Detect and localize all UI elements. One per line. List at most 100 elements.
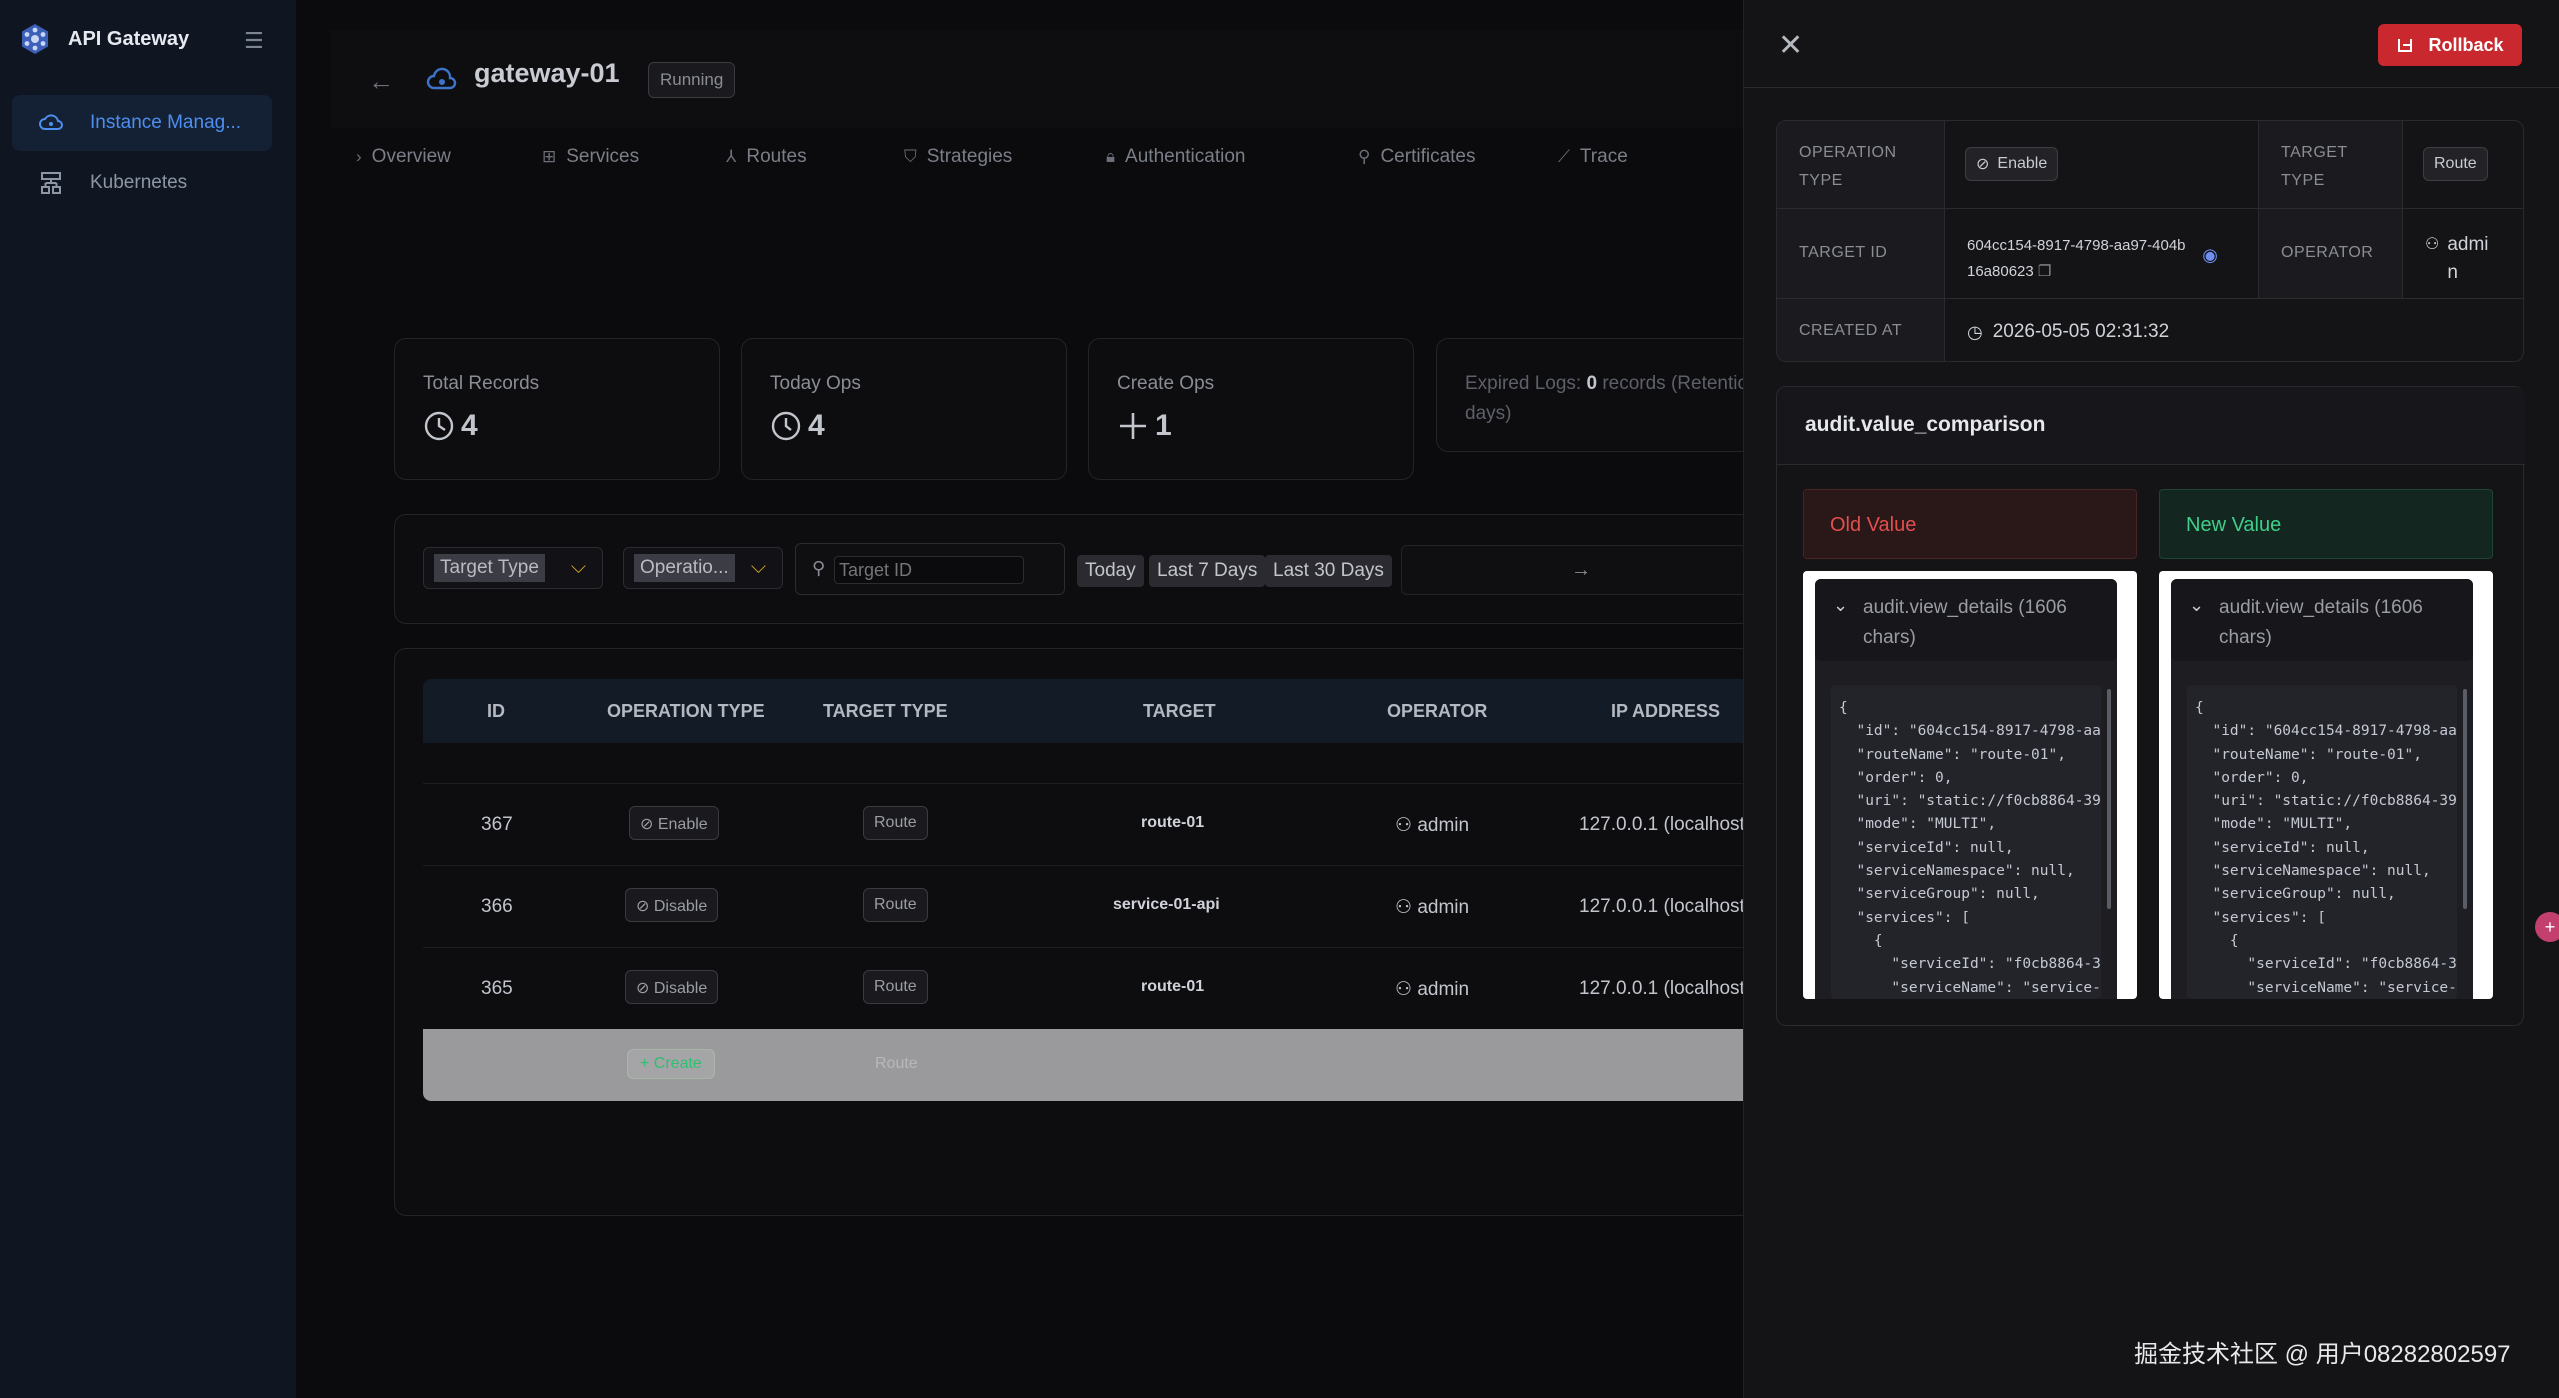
field-value: Route <box>2403 121 2523 209</box>
filter-bar: Target Type ⌵ Operatio... ⌵ ⚲ Today Last… <box>394 514 1761 624</box>
table-row[interactable]: 366 ⊘ Disable Route service-01-api ⚇ adm… <box>423 865 1763 947</box>
comparison-title: audit.value_comparison <box>1777 387 2525 465</box>
chevron-down-icon: ⌄ <box>2189 595 2205 615</box>
details-toggle[interactable]: ⌄ audit.view_details (1606 chars) <box>2171 579 2473 661</box>
undo-icon <box>2398 39 2413 52</box>
plus-icon <box>1120 413 1146 439</box>
table-row[interactable]: 365 ⊘ Disable Route route-01 ⚇ admin 127… <box>423 947 1763 1029</box>
field-label: OPERATION TYPE <box>1777 121 1945 209</box>
created-at-value: ◷ 2026-05-05 02:31:32 <box>1967 321 2169 343</box>
tab-trace[interactable]: ⟋ Trace <box>1558 146 1628 168</box>
tab-label: Overview <box>371 146 451 167</box>
target-id-value: 604cc154-8917-4798-aa97-404b16a80623 ❐ <box>1967 233 2187 285</box>
column-header: ID <box>487 701 505 721</box>
stat-card-total-records: Total Records 4 <box>394 338 720 480</box>
clock-icon: ◷ <box>1967 321 1983 342</box>
table-row[interactable]: 367 ⊘ Enable Route route-01 ⚇ admin 127.… <box>423 783 1763 865</box>
table-header: ID OPERATION TYPE TARGET TYPE TARGET OPE… <box>423 679 1763 743</box>
tab-label: Certificates <box>1380 146 1476 167</box>
field-value: ⊘ Enable <box>1945 121 2259 209</box>
scrollbar[interactable] <box>2107 689 2111 909</box>
badge-label: Enable <box>657 816 708 833</box>
value-comparison-card: audit.value_comparison Old Value New Val… <box>1776 386 2525 1026</box>
today-button[interactable]: Today <box>1077 555 1144 587</box>
drawer-header: ✕ Rollback <box>1744 0 2559 88</box>
tab-certificates[interactable]: ⚲ Certificates <box>1358 146 1475 168</box>
expired-prefix: Expired Logs: <box>1465 373 1582 394</box>
row-id: 366 <box>481 896 513 917</box>
expired-logs-card: Expired Logs: 0 records (Retention days) <box>1436 338 1759 452</box>
date-range-picker[interactable]: → <box>1401 545 1761 595</box>
old-value-panel: ⌄ audit.view_details (1606 chars) { "id"… <box>1803 571 2137 999</box>
scrollbar[interactable] <box>2463 689 2467 909</box>
audit-detail-drawer: ✕ Rollback OPERATION TYPE ⊘ Enable TARGE… <box>1743 0 2559 1398</box>
new-json-code[interactable]: { "id": "604cc154-8917-4798-aa9 "routeNa… <box>2187 685 2457 999</box>
chart-line-icon: ⟋ <box>1558 147 1570 166</box>
sidebar-item-kubernetes[interactable]: Kubernetes <box>12 155 272 211</box>
grid-icon: ⊞ <box>542 147 557 166</box>
back-arrow-icon[interactable]: ← <box>368 66 394 97</box>
tab-label: Strategies <box>926 146 1013 167</box>
stat-card-create-ops: Create Ops 1 <box>1088 338 1414 480</box>
target-type-badge: Route <box>863 970 928 1004</box>
table-row-selected[interactable]: + Create Route <box>423 1029 1763 1101</box>
field-value: ◷ 2026-05-05 02:31:32 <box>1945 299 2523 361</box>
app-name: API Gateway <box>68 27 190 50</box>
stat-value: 1 <box>1117 409 1172 443</box>
target-type-badge: Route <box>2423 147 2488 181</box>
eye-icon[interactable]: ◉ <box>2202 245 2218 266</box>
target-type-badge: Route <box>863 806 928 840</box>
stat-value: 4 <box>770 409 825 443</box>
cluster-icon <box>41 172 61 194</box>
user-icon: ⚇ <box>2425 236 2440 253</box>
field-value: 604cc154-8917-4798-aa97-404b16a80623 ❐ ◉ <box>1945 209 2259 299</box>
field-label: TARGET ID <box>1777 209 1945 299</box>
brand[interactable]: API Gateway <box>18 22 189 56</box>
sidebar-item-instance-management[interactable]: Instance Manag... <box>12 95 272 151</box>
shield-icon: ⛉ <box>904 147 917 166</box>
tab-strategies[interactable]: ⛉ Strategies <box>904 146 1012 168</box>
lock-icon: 🔒︎ <box>1106 147 1116 166</box>
floating-action-icon[interactable]: + <box>2535 912 2559 942</box>
menu-collapse-icon[interactable]: ☰ <box>244 28 270 53</box>
select-value: Operatio... <box>634 554 735 582</box>
tab-services[interactable]: ⊞ Services <box>542 146 639 168</box>
field-value: ⚇ admin <box>2403 209 2523 299</box>
details-toggle[interactable]: ⌄ audit.view_details (1606 chars) <box>1815 579 2117 661</box>
details-label: audit.view_details (1606 chars) <box>1863 597 2067 648</box>
search-icon: ⚲ <box>1358 147 1371 166</box>
tab-authentication[interactable]: 🔒︎ Authentication <box>1106 146 1245 168</box>
row-ip: 127.0.0.1 (localhost) <box>1579 896 1752 917</box>
operation-type-select[interactable]: Operatio... ⌵ <box>623 547 783 589</box>
column-header: TARGET <box>1143 701 1216 721</box>
audit-table: ID OPERATION TYPE TARGET TYPE TARGET OPE… <box>394 648 1763 1216</box>
badge-label: Enable <box>1997 155 2048 172</box>
range-separator: → <box>1571 559 1591 581</box>
new-value-viewer: ⌄ audit.view_details (1606 chars) { "id"… <box>2171 579 2473 999</box>
rollback-label: Rollback <box>2428 34 2504 55</box>
stat-label: Total Records <box>423 373 540 394</box>
search-input[interactable] <box>834 556 1024 584</box>
last-7-days-button[interactable]: Last 7 Days <box>1149 555 1266 587</box>
tab-overview[interactable]: › Overview <box>356 146 451 168</box>
column-header: IP ADDRESS <box>1611 701 1721 721</box>
tab-label: Routes <box>746 146 807 167</box>
stat-number: 4 <box>808 409 825 442</box>
last-30-days-button[interactable]: Last 30 Days <box>1265 555 1392 587</box>
badge-label: Disable <box>653 980 708 997</box>
tab-routes[interactable]: ⅄ Routes <box>726 146 807 168</box>
field-label: OPERATOR <box>2259 209 2403 299</box>
column-header: OPERATOR <box>1387 701 1488 721</box>
row-id: 367 <box>481 814 513 835</box>
expired-logs-text: Expired Logs: 0 records (Retention days) <box>1465 369 1759 429</box>
stat-label: Create Ops <box>1117 373 1215 394</box>
copy-icon[interactable]: ❐ <box>2038 263 2051 280</box>
watermark: 掘金技术社区 @ 用户08282802597 <box>2134 1341 2511 1368</box>
operator-name: admin <box>1417 979 1470 1000</box>
rollback-button[interactable]: Rollback <box>2378 24 2522 66</box>
status-badge: Running <box>648 62 736 98</box>
stat-number: 4 <box>461 409 478 442</box>
old-json-code[interactable]: { "id": "604cc154-8917-4798-aa9 "routeNa… <box>1831 685 2101 999</box>
close-icon[interactable]: ✕ <box>1778 28 1803 63</box>
target-type-select[interactable]: Target Type ⌵ <box>423 547 603 589</box>
